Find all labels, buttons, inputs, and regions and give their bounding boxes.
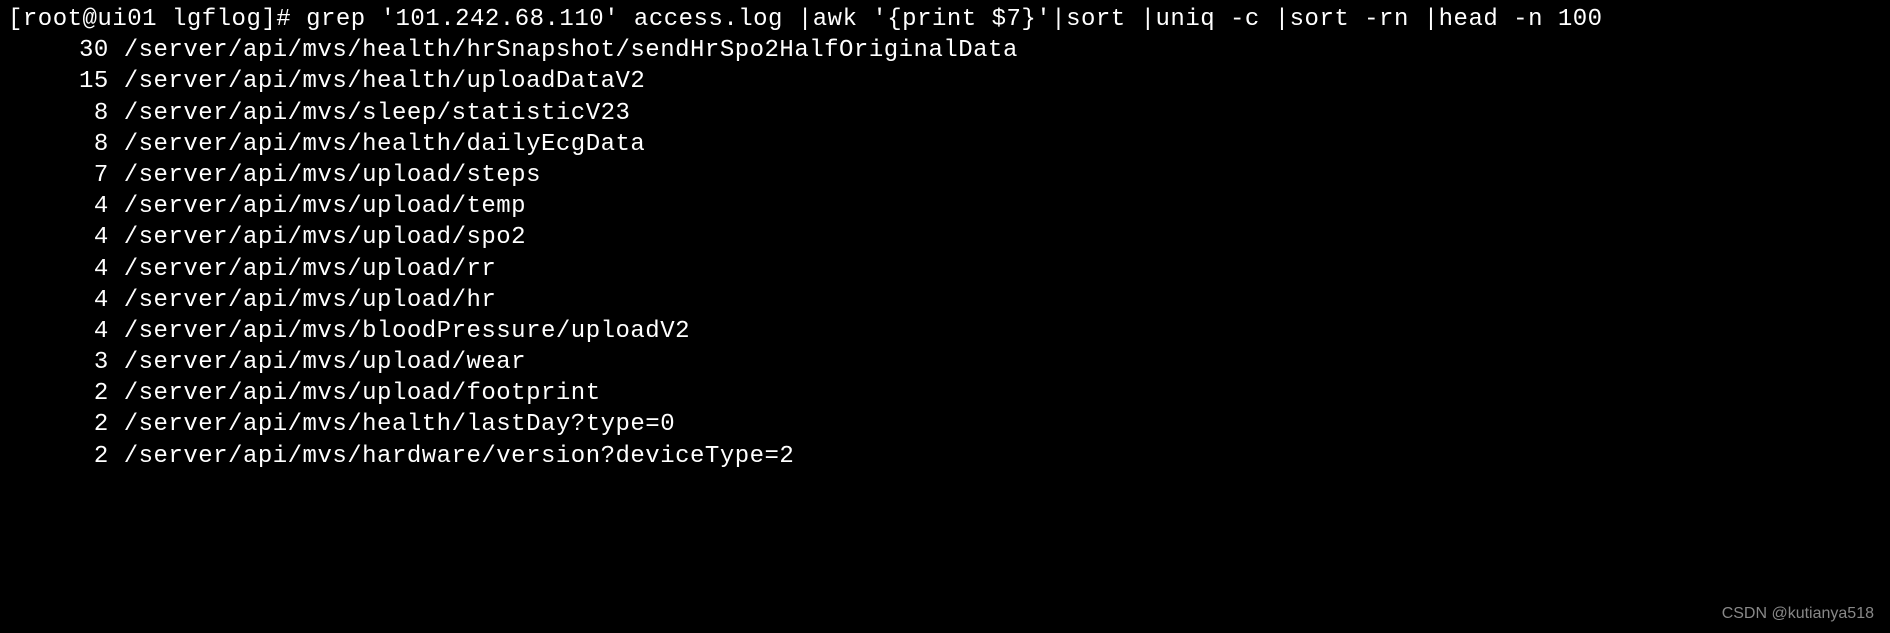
prompt-prefix: [ — [8, 6, 23, 33]
output-count: 4 — [8, 254, 109, 285]
output-count: 8 — [8, 129, 109, 160]
output-path: /server/api/mvs/upload/temp — [124, 193, 526, 220]
output-path: /server/api/mvs/bloodPressure/uploadV2 — [124, 318, 690, 345]
output-count: 2 — [8, 409, 109, 440]
output-path: /server/api/mvs/upload/rr — [124, 256, 497, 283]
prompt-suffix: ] — [261, 6, 276, 33]
prompt-at: @ — [83, 6, 98, 33]
output-path: /server/api/mvs/upload/wear — [124, 349, 526, 376]
output-row: 2 /server/api/mvs/health/lastDay?type=0 — [8, 409, 1882, 440]
output-path: /server/api/mvs/sleep/statisticV23 — [124, 100, 631, 127]
output-count: 4 — [8, 316, 109, 347]
output-path: /server/api/mvs/upload/hr — [124, 287, 497, 314]
prompt-directory: lgflog — [172, 6, 261, 33]
watermark-text: CSDN @kutianya518 — [1722, 604, 1874, 625]
command-prompt: [root@ui01 lgflog]# grep '101.242.68.110… — [8, 4, 1882, 35]
prompt-space — [157, 6, 172, 33]
output-row: 7 /server/api/mvs/upload/steps — [8, 160, 1882, 191]
output-row: 8 /server/api/mvs/sleep/statisticV23 — [8, 98, 1882, 129]
prompt-user: root — [23, 6, 83, 33]
command-text: grep '101.242.68.110' access.log |awk '{… — [306, 6, 1603, 33]
output-count: 4 — [8, 222, 109, 253]
output-count: 15 — [8, 66, 109, 97]
prompt-host: ui01 — [97, 6, 157, 33]
prompt-symbol: # — [276, 6, 291, 33]
output-row: 4 /server/api/mvs/upload/hr — [8, 285, 1882, 316]
output-count: 4 — [8, 191, 109, 222]
output-count: 7 — [8, 160, 109, 191]
output-path: /server/api/mvs/health/dailyEcgData — [124, 131, 646, 158]
output-path: /server/api/mvs/health/lastDay?type=0 — [124, 411, 675, 438]
output-count: 2 — [8, 378, 109, 409]
output-path: /server/api/mvs/upload/steps — [124, 162, 541, 189]
output-path: /server/api/mvs/health/uploadDataV2 — [124, 68, 646, 95]
output-row: 4 /server/api/mvs/upload/temp — [8, 191, 1882, 222]
output-row: 4 /server/api/mvs/bloodPressure/uploadV2 — [8, 316, 1882, 347]
output-row: 4 /server/api/mvs/upload/spo2 — [8, 222, 1882, 253]
output-row: 2 /server/api/mvs/hardware/version?devic… — [8, 441, 1882, 472]
terminal-output[interactable]: [root@ui01 lgflog]# grep '101.242.68.110… — [8, 4, 1882, 472]
output-count: 30 — [8, 35, 109, 66]
output-row: 8 /server/api/mvs/health/dailyEcgData — [8, 129, 1882, 160]
output-row: 15 /server/api/mvs/health/uploadDataV2 — [8, 66, 1882, 97]
output-count: 4 — [8, 285, 109, 316]
output-row: 3 /server/api/mvs/upload/wear — [8, 347, 1882, 378]
output-path: /server/api/mvs/upload/footprint — [124, 380, 601, 407]
output-count: 8 — [8, 98, 109, 129]
output-row: 30 /server/api/mvs/health/hrSnapshot/sen… — [8, 35, 1882, 66]
output-count: 2 — [8, 441, 109, 472]
output-path: /server/api/mvs/upload/spo2 — [124, 224, 526, 251]
output-count: 3 — [8, 347, 109, 378]
output-row: 2 /server/api/mvs/upload/footprint — [8, 378, 1882, 409]
prompt-space2 — [291, 6, 306, 33]
output-path: /server/api/mvs/health/hrSnapshot/sendHr… — [124, 37, 1018, 64]
output-path: /server/api/mvs/hardware/version?deviceT… — [124, 443, 795, 470]
output-row: 4 /server/api/mvs/upload/rr — [8, 254, 1882, 285]
